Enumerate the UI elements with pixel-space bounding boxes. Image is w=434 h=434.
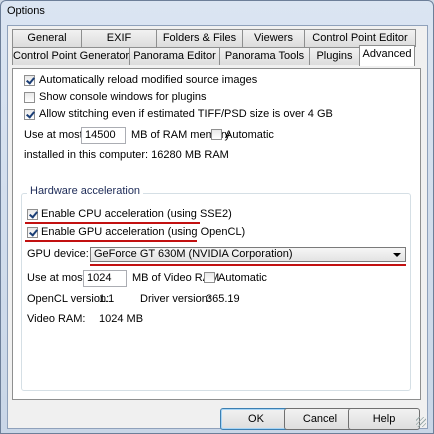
- vram-use-label: Use at most: [27, 272, 86, 284]
- chevron-down-icon: [393, 253, 401, 257]
- resize-grip[interactable]: [416, 417, 426, 427]
- gpu-device-value: GeForce GT 630M (NVIDIA Corporation): [94, 248, 293, 260]
- tab-row-1: General EXIF Folders & Files Viewers Con…: [12, 29, 416, 47]
- tab-panorama-tools[interactable]: Panorama Tools: [219, 47, 310, 65]
- vram-automatic-checkbox[interactable]: [204, 272, 215, 283]
- gpu-device-label: GPU device:: [27, 248, 89, 260]
- gpu-device-highlight-underline: [90, 264, 406, 266]
- hardware-acceleration-group-label: Hardware acceleration: [27, 185, 144, 197]
- ram-automatic-label: Automatic: [225, 129, 274, 141]
- vram-automatic-label: Automatic: [218, 272, 267, 284]
- tab-plugins[interactable]: Plugins: [309, 47, 360, 65]
- allow-stitching-label: Allow stitching even if estimated TIFF/P…: [39, 108, 333, 120]
- console-windows-checkbox[interactable]: [24, 92, 35, 103]
- gpu-device-dropdown[interactable]: GeForce GT 630M (NVIDIA Corporation): [90, 247, 406, 262]
- allow-stitching-checkbox[interactable]: [24, 109, 35, 120]
- ram-use-label: Use at most: [24, 129, 83, 141]
- tab-control-point-generator[interactable]: Control Point Generator: [12, 47, 130, 65]
- driver-version-label: Driver version:: [140, 293, 211, 305]
- tab-exif[interactable]: EXIF: [81, 29, 157, 47]
- tab-row-2: Control Point Generator Panorama Editor …: [12, 45, 415, 66]
- auto-reload-checkbox[interactable]: [24, 75, 35, 86]
- installed-ram-text: installed in this computer: 16280 MB RAM: [24, 149, 229, 161]
- console-windows-label: Show console windows for plugins: [39, 91, 207, 103]
- gpu-acceleration-checkbox[interactable]: [27, 227, 38, 238]
- cpu-acceleration-checkbox[interactable]: [27, 209, 38, 220]
- video-ram-label: Video RAM:: [27, 313, 86, 325]
- tab-panorama-editor[interactable]: Panorama Editor: [129, 47, 220, 65]
- gpu-highlight-underline: [25, 240, 197, 242]
- video-ram-value: 1024 MB: [99, 313, 144, 325]
- window-title: Options: [7, 5, 45, 17]
- dialog-client-area: General EXIF Folders & Files Viewers Con…: [7, 25, 428, 430]
- tab-general[interactable]: General: [12, 29, 82, 47]
- tab-advanced[interactable]: Advanced: [359, 45, 415, 66]
- opencl-version-label: OpenCL version:: [27, 293, 110, 305]
- opencl-version-value: 1.1: [99, 293, 115, 305]
- options-dialog: Options General EXIF Folders & Files Vie…: [0, 0, 434, 434]
- ram-automatic-checkbox[interactable]: [211, 129, 222, 140]
- gpu-acceleration-label: Enable GPU acceleration (using OpenCL): [41, 226, 246, 238]
- cpu-highlight-underline: [25, 222, 200, 224]
- tab-viewers[interactable]: Viewers: [242, 29, 305, 47]
- cpu-acceleration-label: Enable CPU acceleration (using SSE2): [41, 208, 232, 220]
- advanced-tab-panel: Automatically reload modified source ima…: [12, 68, 421, 400]
- help-button[interactable]: Help: [348, 408, 420, 430]
- vram-limit-input[interactable]: 1024: [83, 270, 127, 287]
- driver-version-value: 365.19: [206, 293, 240, 305]
- auto-reload-label: Automatically reload modified source ima…: [39, 74, 258, 86]
- ram-limit-input[interactable]: 14500: [81, 127, 126, 144]
- ok-button[interactable]: OK: [220, 408, 292, 430]
- tab-folders-files[interactable]: Folders & Files: [156, 29, 243, 47]
- cancel-button[interactable]: Cancel: [284, 408, 356, 430]
